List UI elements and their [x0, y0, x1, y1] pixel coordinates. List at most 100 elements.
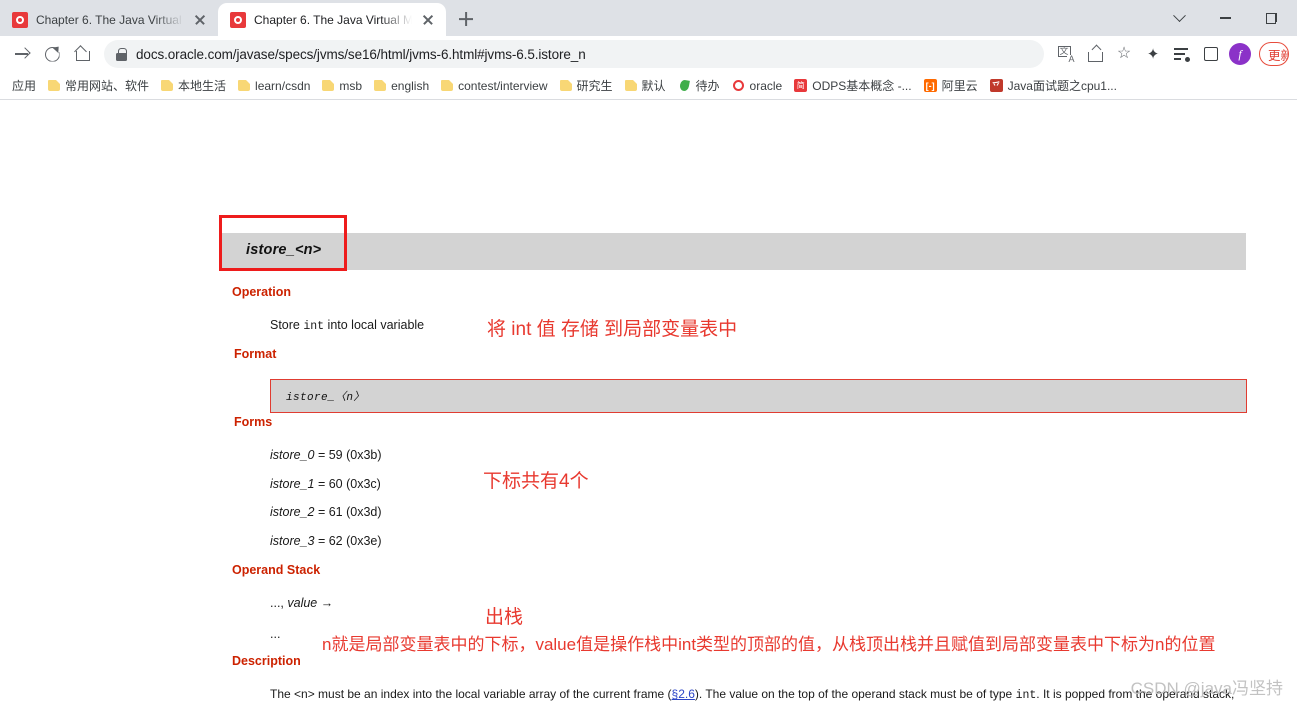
minimize-button[interactable] — [1203, 2, 1247, 34]
tab-title: Chapter 6. The Java Virtual Ma — [36, 12, 184, 27]
description-part-1: The <n> must be an index into the local … — [270, 687, 672, 701]
annotation-operation: 将 int 值 存储 到局部变量表中 — [487, 319, 738, 340]
translate-icon — [1057, 45, 1076, 64]
browser-toolbar: docs.oracle.com/javase/specs/jvms/se16/h… — [0, 36, 1297, 72]
reload-icon — [45, 47, 60, 62]
bookmark-item[interactable]: [-] 阿里云 — [918, 74, 984, 97]
bookmark-item[interactable]: oracle — [726, 76, 789, 96]
annotation-long: n就是局部变量表中的下标，value值是操作栈中int类型的顶部的值，从栈顶出栈… — [322, 635, 1216, 654]
form-value: = 62 (0x3e) — [314, 534, 382, 548]
forward-button[interactable] — [8, 40, 36, 68]
folder-icon — [161, 80, 174, 91]
home-button[interactable] — [68, 40, 96, 68]
share-button[interactable] — [1081, 40, 1109, 68]
address-bar-url: docs.oracle.com/javase/specs/jvms/se16/h… — [136, 46, 586, 62]
operation-text: Store int into local variable — [270, 318, 424, 333]
bookmark-apps[interactable]: 应用 — [6, 74, 42, 97]
browser-window: Chapter 6. The Java Virtual Ma Chapter 6… — [0, 0, 1297, 707]
bookmarks-bar: 应用 常用网站、软件 本地生活 learn/csdn msb english c… — [0, 72, 1297, 100]
operand-stack-line-2: ... — [270, 627, 281, 641]
format-code-box — [270, 379, 1247, 413]
profile-button[interactable]: f — [1226, 40, 1254, 68]
odps-icon: 简 — [794, 79, 808, 92]
extensions-button[interactable]: ✦ — [1139, 40, 1167, 68]
watermark: CSDN @java冯坚持 — [1130, 679, 1283, 698]
stack-value: value — [287, 596, 318, 610]
translate-button[interactable] — [1052, 40, 1080, 68]
reload-button[interactable] — [38, 40, 66, 68]
chevron-down-icon — [1172, 8, 1186, 22]
bookmark-label: ODPS基本概念 -... — [812, 79, 912, 93]
bookmark-label: Java面试题之cpu1... — [1007, 79, 1117, 93]
section-heading-operation: Operation — [232, 285, 292, 299]
folder-icon — [238, 80, 251, 91]
media-list-button[interactable] — [1168, 40, 1196, 68]
oracle-favicon — [12, 11, 28, 28]
form-value: = 61 (0x3d) — [314, 505, 382, 519]
form-name: istore_2 — [270, 505, 315, 519]
form-value: = 59 (0x3b) — [314, 448, 382, 462]
section-heading-description: Description — [232, 654, 301, 668]
new-tab-button[interactable] — [452, 5, 480, 33]
toolbar-actions: ☆ ✦ f 更新 — [1052, 40, 1289, 68]
format-code-text: istore_〈n〉 — [286, 392, 365, 404]
leaf-icon — [678, 79, 691, 92]
annotation-highlight-box — [219, 215, 347, 271]
close-icon[interactable] — [420, 12, 436, 28]
bookmark-label: contest/interview — [458, 78, 548, 93]
share-icon — [1087, 47, 1103, 62]
bookmark-item[interactable]: 研究生 — [554, 74, 619, 97]
operation-suffix: into local variable — [324, 318, 425, 332]
folder-icon — [441, 80, 454, 91]
bookmark-item[interactable]: learn/csdn — [232, 76, 316, 96]
media-list-icon — [1174, 47, 1190, 62]
address-bar[interactable]: docs.oracle.com/javase/specs/jvms/se16/h… — [104, 40, 1044, 68]
bookmark-item[interactable]: 乊 Java面试题之cpu1... — [984, 74, 1123, 97]
folder-icon — [374, 80, 387, 91]
bookmark-item[interactable]: english — [368, 76, 435, 96]
forward-arrow-icon — [15, 47, 29, 61]
stack-pre: ..., — [270, 596, 288, 610]
bookmark-item[interactable]: 本地生活 — [155, 74, 232, 97]
tab-search-button[interactable] — [1157, 2, 1201, 34]
restore-icon — [1265, 12, 1277, 24]
bookmark-item[interactable]: msb — [316, 76, 368, 96]
bookmark-label: 应用 — [12, 79, 37, 93]
browser-tab-2[interactable]: Chapter 6. The Java Virtual Ma — [218, 3, 446, 36]
bookmark-item[interactable]: 简 ODPS基本概念 -... — [788, 74, 917, 97]
section-link-2-6[interactable]: §2.6 — [672, 687, 695, 701]
aliyun-icon: [-] — [923, 79, 937, 92]
oracle-favicon — [230, 11, 246, 28]
restore-button[interactable] — [1249, 2, 1293, 34]
bookmark-button[interactable]: ☆ — [1110, 40, 1138, 68]
home-icon — [75, 47, 90, 61]
instruction-header-bar — [220, 233, 1246, 270]
bookmark-item[interactable]: 默认 — [619, 74, 672, 97]
bookmark-item[interactable]: contest/interview — [435, 76, 553, 96]
folder-icon — [322, 80, 335, 91]
annotation-pop: 出栈 — [485, 607, 524, 628]
folder-icon — [559, 80, 572, 91]
section-heading-forms: Forms — [234, 415, 273, 429]
update-button[interactable]: 更新 — [1259, 42, 1289, 66]
forms-item: istore_2 = 61 (0x3d) — [270, 505, 382, 519]
bookmark-item[interactable]: 常用网站、软件 — [42, 74, 155, 97]
description-paragraph: The <n> must be an index into the local … — [270, 685, 1240, 707]
oracle-icon — [732, 79, 745, 92]
page-content: istore_<n> Operation Store int into loca… — [0, 100, 1297, 707]
bookmark-item[interactable]: 待办 — [672, 74, 726, 97]
browser-tab-1[interactable]: Chapter 6. The Java Virtual Ma — [0, 3, 218, 36]
side-panel-button[interactable] — [1197, 40, 1225, 68]
bookmark-label: 阿里云 — [941, 79, 978, 93]
bookmark-label: oracle — [749, 78, 783, 93]
forms-item: istore_3 = 62 (0x3e) — [270, 534, 382, 548]
forms-item: istore_1 = 60 (0x3c) — [270, 477, 381, 491]
description-part-2: ). The value on the top of the operand s… — [694, 687, 1016, 701]
operand-stack-line-1: ..., value → — [270, 596, 333, 610]
folder-icon — [624, 80, 637, 91]
section-heading-format: Format — [234, 347, 277, 361]
bookmark-label: english — [391, 78, 430, 93]
operation-prefix: Store — [270, 318, 304, 332]
side-panel-icon — [1204, 47, 1218, 61]
close-icon[interactable] — [192, 12, 208, 28]
